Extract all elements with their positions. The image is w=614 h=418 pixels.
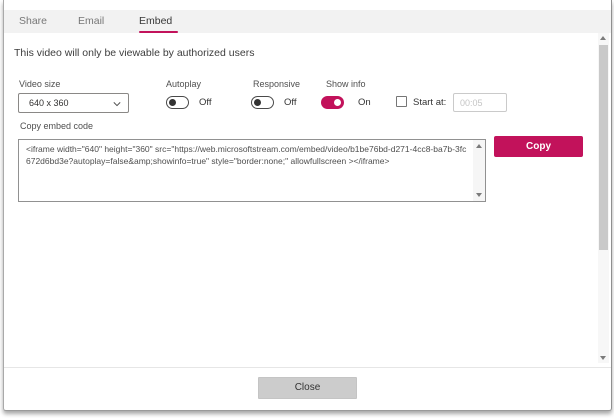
copy-embed-code-label: Copy embed code bbox=[20, 121, 94, 131]
show-info-toggle[interactable] bbox=[321, 96, 344, 109]
responsive-state: Off bbox=[284, 97, 297, 108]
toggle-knob bbox=[254, 99, 261, 106]
authorization-notice: This video will only be viewable by auth… bbox=[14, 47, 255, 59]
video-size-label: Video size bbox=[19, 79, 61, 89]
responsive-label: Responsive bbox=[253, 79, 301, 89]
tab-email[interactable]: Email bbox=[78, 10, 104, 33]
show-info-label: Show info bbox=[326, 79, 366, 89]
toggle-knob bbox=[169, 99, 176, 106]
toggle-knob bbox=[334, 99, 341, 106]
codebox-scrollbar[interactable] bbox=[473, 140, 485, 201]
close-button[interactable]: Close bbox=[258, 377, 357, 399]
embed-dialog: Share Email Embed This video will only b… bbox=[3, 0, 612, 411]
copy-button[interactable]: Copy bbox=[494, 136, 583, 157]
embed-code-box[interactable]: <iframe width="640" height="360" src="ht… bbox=[18, 139, 486, 202]
start-at-checkbox[interactable] bbox=[396, 96, 407, 107]
scroll-down-icon[interactable] bbox=[476, 193, 482, 197]
autoplay-state: Off bbox=[199, 97, 212, 108]
responsive-toggle[interactable] bbox=[251, 96, 274, 109]
video-size-value: 640 x 360 bbox=[29, 98, 69, 108]
tab-bar: Share Email Embed bbox=[4, 10, 611, 33]
autoplay-label: Autoplay bbox=[166, 79, 202, 89]
video-size-select[interactable]: 640 x 360 bbox=[18, 93, 129, 113]
scrollbar-thumb[interactable] bbox=[599, 45, 608, 250]
tab-embed[interactable]: Embed bbox=[139, 10, 172, 33]
active-tab-underline bbox=[139, 31, 178, 33]
scroll-up-icon[interactable] bbox=[476, 144, 482, 148]
chevron-down-icon bbox=[113, 102, 121, 107]
show-info-state: On bbox=[358, 97, 371, 108]
dialog-scrollbar[interactable] bbox=[598, 33, 609, 363]
embed-code-text: <iframe width="640" height="360" src="ht… bbox=[26, 144, 467, 166]
start-at-label: Start at: bbox=[413, 97, 447, 108]
autoplay-toggle[interactable] bbox=[166, 96, 189, 109]
scroll-up-icon[interactable] bbox=[600, 36, 606, 40]
footer-divider bbox=[4, 367, 611, 368]
tab-share[interactable]: Share bbox=[19, 10, 47, 33]
start-at-input[interactable] bbox=[453, 93, 507, 112]
scroll-down-icon[interactable] bbox=[600, 356, 606, 360]
